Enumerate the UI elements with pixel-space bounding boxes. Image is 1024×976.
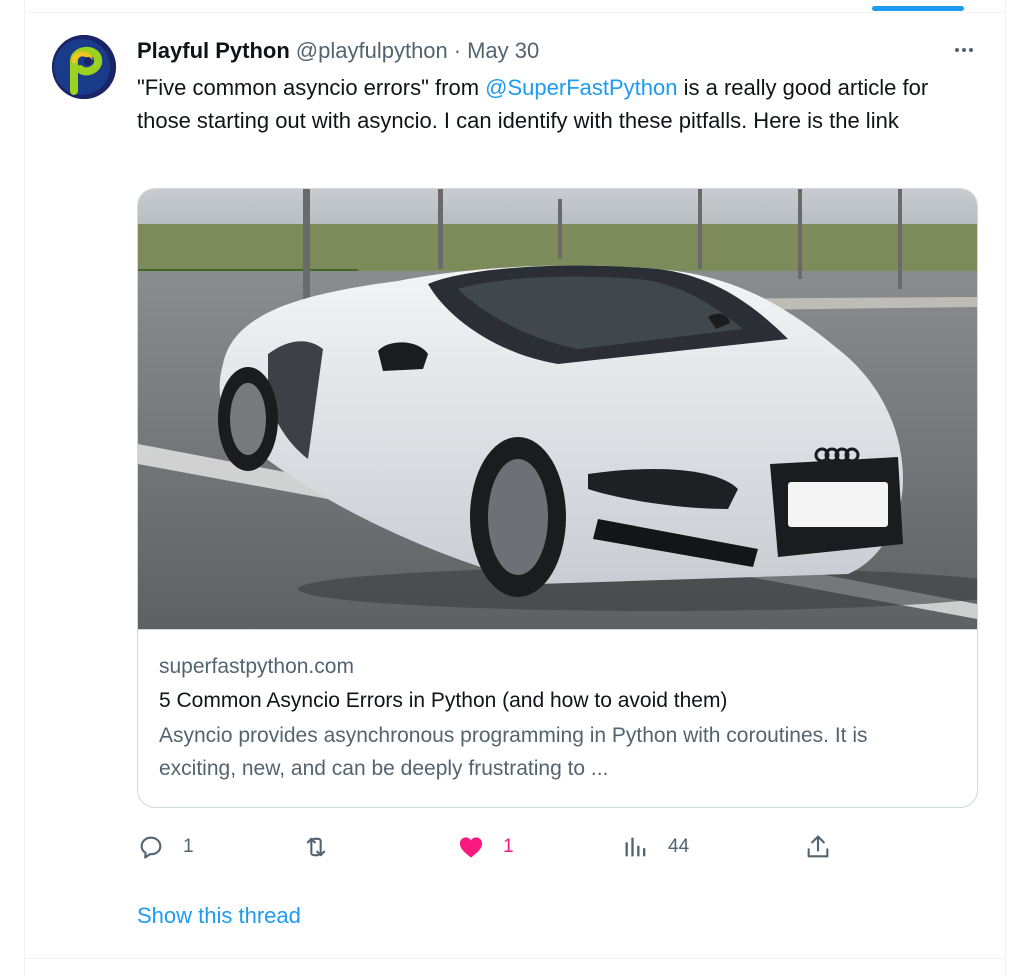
- like-button[interactable]: 1: [457, 830, 514, 864]
- mention-link[interactable]: @SuperFastPython: [485, 75, 677, 100]
- tweet-date[interactable]: May 30: [467, 38, 539, 64]
- link-preview-card[interactable]: superfastpython.com 5 Common Asyncio Err…: [137, 188, 978, 808]
- views-chart-icon: [625, 837, 646, 857]
- share-icon: [807, 835, 829, 858]
- active-tab-indicator: [872, 6, 964, 11]
- share-button[interactable]: [804, 830, 832, 864]
- like-count: 1: [503, 836, 514, 857]
- heart-icon: [459, 837, 483, 858]
- show-thread-link[interactable]: Show this thread: [137, 903, 301, 929]
- retweet-icon: [306, 837, 326, 857]
- avatar[interactable]: [52, 35, 116, 99]
- tweet-text-prefix: "Five common asyncio errors" from: [137, 75, 486, 100]
- author-name[interactable]: Playful Python: [137, 38, 290, 64]
- bottom-divider: [24, 958, 1006, 959]
- tweet-header: Playful Python @playfulpython · May 30: [137, 37, 539, 65]
- reply-button[interactable]: 1: [137, 830, 194, 864]
- tweet-text: "Five common asyncio errors" from @Super…: [137, 71, 987, 137]
- card-title: 5 Common Asyncio Errors in Python (and h…: [159, 689, 728, 712]
- reply-icon: [140, 836, 162, 859]
- timeline-right-border: [1005, 0, 1006, 976]
- card-description: Asyncio provides asynchronous programmin…: [159, 724, 868, 780]
- views-button[interactable]: 44: [622, 830, 689, 864]
- car-photo-icon: [138, 189, 977, 629]
- author-handle[interactable]: @playfulpython: [296, 38, 448, 64]
- retweet-button[interactable]: [302, 830, 348, 864]
- tweet-actions: 1 1 44: [137, 830, 837, 864]
- timeline-left-border: [24, 0, 25, 976]
- card-image[interactable]: [138, 189, 977, 630]
- python-logo-icon: [52, 35, 116, 99]
- separator-dot: ·: [453, 38, 462, 63]
- card-domain: superfastpython.com: [159, 655, 354, 678]
- reply-count: 1: [183, 836, 194, 857]
- top-divider: [24, 12, 1006, 13]
- more-options-icon[interactable]: [950, 40, 978, 60]
- views-count: 44: [668, 836, 690, 857]
